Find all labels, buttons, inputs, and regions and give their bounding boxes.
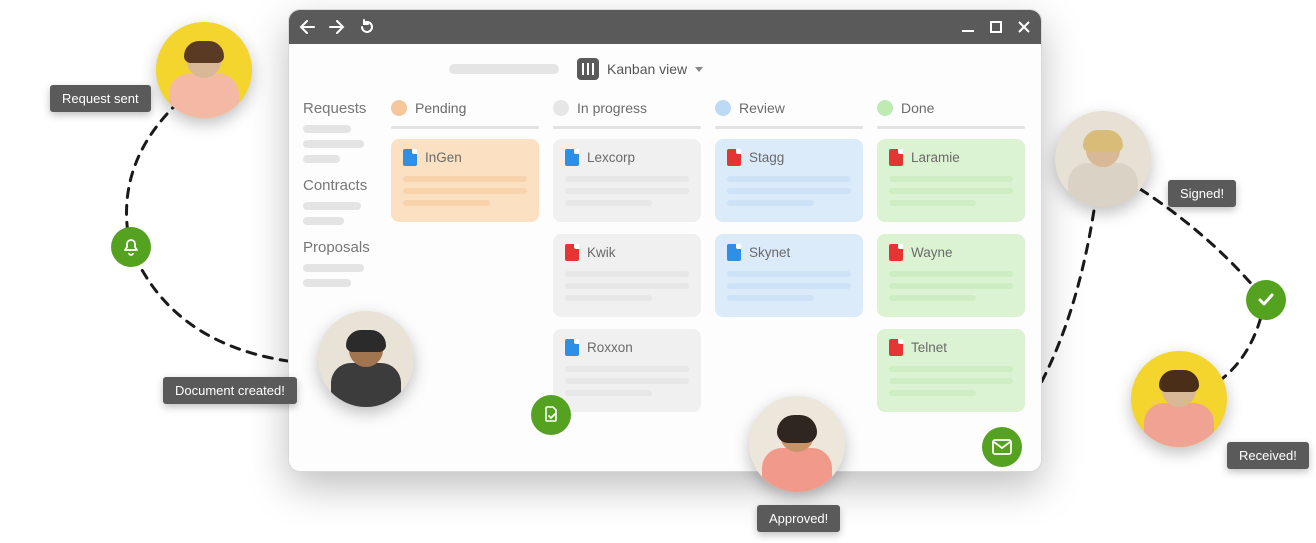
close-icon[interactable]	[1017, 20, 1031, 34]
pdf-file-icon	[889, 244, 903, 261]
card-title: Lexcorp	[587, 150, 635, 165]
kanban-card[interactable]: Roxxon	[553, 329, 701, 412]
sidebar-title: Proposals	[303, 239, 371, 256]
kanban-column: In progress Lexcorp Kwik Roxxon	[553, 100, 701, 471]
card-title: InGen	[425, 150, 462, 165]
status-badge: Document created!	[163, 377, 297, 404]
card-title: Telnet	[911, 340, 947, 355]
kanban-card[interactable]: Telnet	[877, 329, 1025, 412]
view-switcher-label: Kanban view	[607, 61, 687, 77]
app-window: Kanban view Requests Contracts Proposals	[288, 9, 1042, 472]
kanban-card[interactable]: Kwik	[553, 234, 701, 317]
column-header: Done	[877, 100, 1025, 116]
doc-file-icon	[727, 244, 741, 261]
card-title: Roxxon	[587, 340, 633, 355]
card-title: Stagg	[749, 150, 784, 165]
kanban-card[interactable]: Skynet	[715, 234, 863, 317]
view-switcher[interactable]: Kanban view	[577, 58, 703, 80]
pdf-file-icon	[565, 244, 579, 261]
status-dot	[877, 100, 893, 116]
card-title: Kwik	[587, 245, 616, 260]
kanban-card[interactable]: Lexcorp	[553, 139, 701, 222]
card-title: Skynet	[749, 245, 790, 260]
avatar	[1055, 111, 1151, 207]
sidebar-group-contracts[interactable]: Contracts	[303, 177, 371, 225]
check-icon	[1246, 280, 1286, 320]
kanban-card[interactable]: Wayne	[877, 234, 1025, 317]
status-badge: Approved!	[757, 505, 840, 532]
column-title: Review	[739, 100, 785, 116]
sidebar: Requests Contracts Proposals	[289, 44, 383, 471]
toolbar: Kanban view	[449, 58, 703, 80]
document-check-icon	[531, 395, 571, 435]
forward-icon[interactable]	[329, 20, 345, 34]
pdf-file-icon	[889, 339, 903, 356]
column-title: Done	[901, 100, 934, 116]
pdf-file-icon	[889, 149, 903, 166]
pdf-file-icon	[727, 149, 741, 166]
bell-icon	[111, 227, 151, 267]
column-header: In progress	[553, 100, 701, 116]
status-badge: Signed!	[1168, 180, 1236, 207]
toolbar-placeholder	[449, 64, 559, 74]
column-header: Review	[715, 100, 863, 116]
minimize-icon[interactable]	[961, 20, 975, 34]
kanban-column: Done Laramie Wayne Telnet	[877, 100, 1025, 471]
kanban-icon	[577, 58, 599, 80]
kanban-card[interactable]: InGen	[391, 139, 539, 222]
column-title: Pending	[415, 100, 466, 116]
mail-icon	[982, 427, 1022, 467]
back-icon[interactable]	[299, 20, 315, 34]
status-dot	[391, 100, 407, 116]
status-dot	[715, 100, 731, 116]
status-badge: Request sent	[50, 85, 151, 112]
card-title: Laramie	[911, 150, 960, 165]
maximize-icon[interactable]	[989, 20, 1003, 34]
avatar	[318, 311, 414, 407]
doc-file-icon	[565, 339, 579, 356]
kanban-card[interactable]: Laramie	[877, 139, 1025, 222]
column-title: In progress	[577, 100, 647, 116]
column-header: Pending	[391, 100, 539, 116]
doc-file-icon	[565, 149, 579, 166]
avatar	[749, 396, 845, 492]
kanban-column: Pending InGen	[391, 100, 539, 471]
sidebar-group-proposals[interactable]: Proposals	[303, 239, 371, 287]
sidebar-title: Contracts	[303, 177, 371, 194]
reload-icon[interactable]	[359, 19, 375, 35]
status-badge: Received!	[1227, 442, 1309, 469]
kanban-card[interactable]: Stagg	[715, 139, 863, 222]
doc-file-icon	[403, 149, 417, 166]
status-dot	[553, 100, 569, 116]
avatar	[156, 22, 252, 118]
kanban-board: Pending InGen In progress Lexcorp Kwik Roxxon…	[383, 44, 1041, 471]
sidebar-group-requests[interactable]: Requests	[303, 100, 371, 163]
chevron-down-icon	[695, 67, 703, 72]
titlebar	[289, 10, 1041, 44]
avatar	[1131, 351, 1227, 447]
sidebar-title: Requests	[303, 100, 371, 117]
card-title: Wayne	[911, 245, 953, 260]
